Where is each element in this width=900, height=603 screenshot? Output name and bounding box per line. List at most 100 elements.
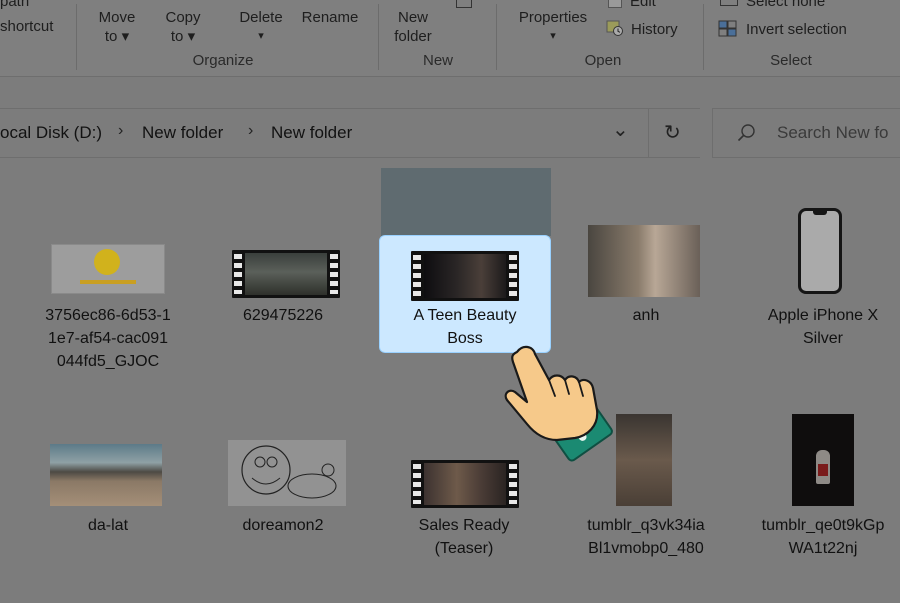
- rename-label: Rename: [301, 9, 359, 26]
- file-item[interactable]: 629475226: [208, 200, 358, 360]
- properties-button[interactable]: Properties ▾: [510, 8, 596, 46]
- file-name-line: doreamon2: [242, 517, 324, 534]
- breadcrumb-separator-icon[interactable]: ›: [248, 122, 253, 140]
- film-perforation: [330, 254, 338, 294]
- ribbon-divider: [703, 4, 704, 70]
- delete-caret: ▾: [258, 30, 264, 42]
- edit-icon: [608, 0, 622, 8]
- file-name-line: 629475226: [242, 307, 324, 324]
- group-label-new: New: [422, 52, 453, 69]
- search-input[interactable]: [777, 123, 900, 143]
- file-name-line: tumblr_qe0t9kGp: [761, 517, 885, 534]
- file-name-line: tumblr_q3vk34ia: [587, 517, 705, 534]
- cartoon-thumbnail: [228, 440, 346, 506]
- new-folder-button[interactable]: New folder: [386, 8, 440, 46]
- copy-path-button[interactable]: path: [0, 0, 29, 11]
- video-frame: [424, 254, 506, 298]
- file-item[interactable]: da-lat: [33, 410, 183, 570]
- breadcrumb-new-folder-1[interactable]: New folder: [142, 123, 223, 143]
- photo-thumbnail: [50, 444, 162, 506]
- ribbon-divider: [76, 4, 77, 70]
- file-name: da-lat: [33, 514, 183, 537]
- file-name-line: 3756ec86-6d53-1: [45, 307, 171, 324]
- new-folder-label-line2: folder: [394, 28, 432, 45]
- paste-shortcut-button[interactable]: shortcut: [0, 17, 53, 36]
- file-name-line: WA1t22nj: [788, 540, 858, 557]
- phone-notch: [813, 211, 827, 215]
- file-item[interactable]: anh: [571, 200, 721, 360]
- history-button[interactable]: History: [631, 20, 678, 39]
- file-name-line: Apple iPhone X: [767, 307, 879, 324]
- select-none-label: Select none: [746, 0, 826, 10]
- film-perforation: [413, 255, 421, 297]
- file-name-line: A Teen Beauty: [413, 307, 517, 324]
- delete-button[interactable]: Delete ▾: [234, 8, 288, 46]
- file-name: Apple iPhone X Silver: [748, 304, 898, 350]
- file-name: 629475226: [208, 304, 358, 327]
- file-name: tumblr_q3vk34ia Bl1vmobp0_480: [571, 514, 721, 560]
- file-name: 3756ec86-6d53-1 1e7-af54-cac091 044fd5_G…: [33, 304, 183, 373]
- film-perforation: [413, 464, 421, 504]
- file-name-line: anh: [632, 307, 660, 324]
- address-divider: [648, 109, 649, 157]
- file-name: doreamon2: [208, 514, 358, 537]
- new-folder-label-line1: New: [397, 9, 428, 26]
- paste-shortcut-label: shortcut: [0, 18, 54, 35]
- invert-selection-icon: [718, 20, 738, 38]
- refresh-icon[interactable]: ↻: [664, 120, 681, 145]
- search-icon: [737, 124, 755, 142]
- video-frame: [424, 463, 506, 505]
- group-label-select: Select: [770, 52, 812, 69]
- edit-button[interactable]: Edit: [630, 0, 656, 11]
- rename-button[interactable]: Rename: [298, 8, 362, 27]
- file-item[interactable]: 3756ec86-6d53-1 1e7-af54-cac091 044fd5_G…: [33, 200, 183, 370]
- file-item-selected[interactable]: A Teen Beauty Boss: [379, 235, 551, 353]
- file-name-line: (Teaser): [434, 540, 494, 557]
- file-name: Sales Ready (Teaser): [389, 514, 539, 560]
- file-name: anh: [571, 304, 721, 327]
- breadcrumb-new-folder-2[interactable]: New folder: [271, 123, 352, 143]
- breadcrumb-local-disk[interactable]: ocal Disk (D:): [0, 123, 102, 143]
- select-none-icon: [720, 0, 738, 6]
- film-perforation: [509, 464, 517, 504]
- file-name-line: Sales Ready: [418, 517, 510, 534]
- group-label-organize: Organize: [192, 52, 254, 69]
- file-item[interactable]: doreamon2: [208, 410, 358, 570]
- phone-thumbnail: [798, 208, 842, 294]
- copy-to-label-line1: Copy: [165, 9, 201, 26]
- selection-hover-column: [381, 168, 551, 236]
- logo-wordmark: [80, 280, 136, 284]
- select-none-button[interactable]: Select none: [746, 0, 825, 11]
- search-box[interactable]: [712, 108, 900, 158]
- properties-label: Properties: [518, 9, 588, 26]
- breadcrumb-separator-icon[interactable]: ›: [118, 122, 123, 140]
- move-to-label-line1: Move: [98, 9, 136, 26]
- file-name-line: 044fd5_GJOC: [56, 353, 160, 370]
- invert-selection-label: Invert selection: [746, 21, 847, 38]
- file-name-line: Silver: [802, 330, 843, 347]
- properties-caret: ▾: [550, 30, 556, 42]
- move-to-label-line2: to ▾: [104, 28, 130, 45]
- ribbon-divider: [496, 4, 497, 70]
- invert-selection-button[interactable]: Invert selection: [746, 20, 847, 39]
- delete-label: Delete: [239, 9, 283, 26]
- move-to-button[interactable]: Move to ▾: [92, 8, 142, 46]
- video-thumbnail: [411, 251, 519, 301]
- ribbon: path shortcut Move to ▾ Copy to ▾ Delete…: [0, 0, 900, 77]
- file-thumbnail: [51, 244, 165, 294]
- logo-icon: [94, 249, 120, 275]
- history-icon: [606, 20, 624, 36]
- photo-thumbnail: [792, 414, 854, 506]
- copy-to-label-line2: to ▾: [170, 28, 196, 45]
- group-label-open: Open: [584, 52, 622, 69]
- new-item-icon[interactable]: [456, 0, 472, 8]
- photo-thumbnail: [588, 225, 700, 297]
- file-name: tumblr_qe0t9kGp WA1t22nj: [748, 514, 898, 560]
- edit-label: Edit: [630, 0, 656, 10]
- file-name-line: Bl1vmobp0_480: [588, 540, 704, 557]
- file-item[interactable]: Apple iPhone X Silver: [748, 200, 898, 360]
- address-bar[interactable]: ocal Disk (D:) › New folder › New folder…: [0, 108, 700, 158]
- copy-to-button[interactable]: Copy to ▾: [158, 8, 208, 46]
- file-item[interactable]: tumblr_qe0t9kGp WA1t22nj: [748, 410, 898, 570]
- address-dropdown-chevron-down-icon[interactable]: ⌄: [612, 117, 629, 142]
